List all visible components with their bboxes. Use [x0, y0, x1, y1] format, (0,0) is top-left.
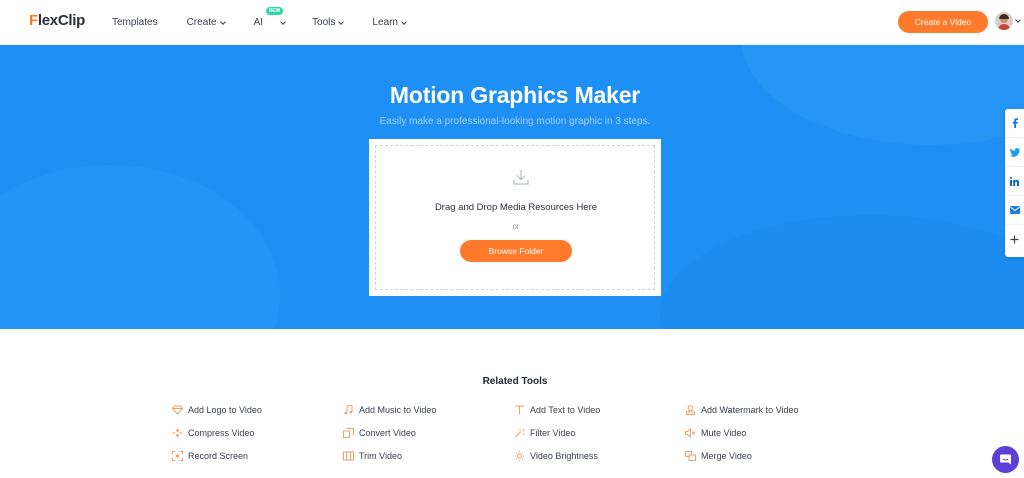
trim-icon [343, 451, 354, 461]
linkedin-icon[interactable] [1005, 167, 1024, 196]
sun-icon [514, 451, 525, 461]
tool-compress-video[interactable]: Compress Video [172, 428, 254, 438]
tool-add-watermark[interactable]: Add Watermark to Video [685, 405, 799, 415]
music-note-icon [344, 405, 353, 415]
nav-ai[interactable]: AI NEW [254, 7, 286, 28]
facebook-icon[interactable] [1005, 109, 1024, 138]
merge-icon [685, 451, 696, 461]
page-title: Motion Graphics Maker [389, 82, 641, 108]
tool-add-text[interactable]: Add Text to Video [514, 405, 600, 415]
chevron-down-icon [280, 18, 286, 25]
new-badge: NEW [265, 7, 284, 15]
twitter-icon[interactable] [1005, 138, 1024, 167]
nav-create[interactable]: Create [187, 17, 226, 28]
related-tools-heading: Related Tools [482, 376, 548, 387]
browse-folder-button[interactable]: Browse Folder [460, 240, 572, 262]
text-icon [515, 405, 524, 415]
tool-add-music[interactable]: Add Music to Video [343, 405, 436, 415]
tool-convert-video[interactable]: Convert Video [343, 428, 416, 438]
logo-text: lexClip [37, 12, 85, 29]
tool-video-brightness[interactable]: Video Brightness [514, 451, 598, 461]
tool-merge-video[interactable]: Merge Video [685, 451, 752, 461]
chevron-down-icon [219, 18, 226, 25]
tool-filter-video[interactable]: Filter Video [514, 428, 575, 438]
chat-support-button[interactable] [992, 446, 1019, 473]
plus-icon[interactable] [1005, 225, 1024, 254]
diamond-icon [172, 405, 183, 415]
user-avatar[interactable] [995, 12, 1013, 30]
tool-trim-video[interactable]: Trim Video [343, 451, 402, 461]
nav-templates[interactable]: Templates [112, 17, 158, 28]
or-separator: or [512, 222, 520, 231]
tool-record-screen[interactable]: Record Screen [172, 451, 248, 461]
email-icon[interactable] [1005, 196, 1024, 225]
upload-panel: Drag and Drop Media Resources Here or Br… [369, 139, 661, 296]
chevron-down-icon[interactable] [1015, 17, 1021, 23]
main-nav: Templates Create AI NEW Tools Learn [112, 0, 435, 45]
create-video-button[interactable]: Create a Video [898, 11, 988, 33]
chat-icon [1000, 454, 1011, 465]
tool-add-logo[interactable]: Add Logo to Video [172, 405, 262, 415]
flexclip-logo[interactable]: FlexClip [29, 12, 85, 29]
stamp-icon [686, 405, 695, 415]
record-icon [172, 451, 183, 461]
compress-icon [172, 428, 183, 438]
share-sidebar [1005, 109, 1024, 257]
hero-section: Motion Graphics Maker Easily make a prof… [0, 45, 1024, 329]
drop-zone[interactable]: Drag and Drop Media Resources Here or Br… [375, 145, 655, 290]
download-icon [513, 170, 529, 185]
chevron-down-icon [401, 18, 407, 25]
nav-learn[interactable]: Learn [372, 17, 407, 28]
chevron-down-icon [338, 18, 345, 25]
magic-wand-icon [514, 428, 525, 438]
nav-tools[interactable]: Tools [312, 17, 345, 28]
convert-icon [343, 428, 354, 438]
tool-mute-video[interactable]: Mute Video [685, 428, 746, 438]
drop-instructions: Drag and Drop Media Resources Here [434, 202, 598, 213]
mute-icon [685, 428, 696, 438]
top-navbar: FlexClip Templates Create AI NEW Tools Le… [0, 0, 1024, 45]
page-subtitle: Easily make a professional-looking motio… [379, 116, 651, 127]
